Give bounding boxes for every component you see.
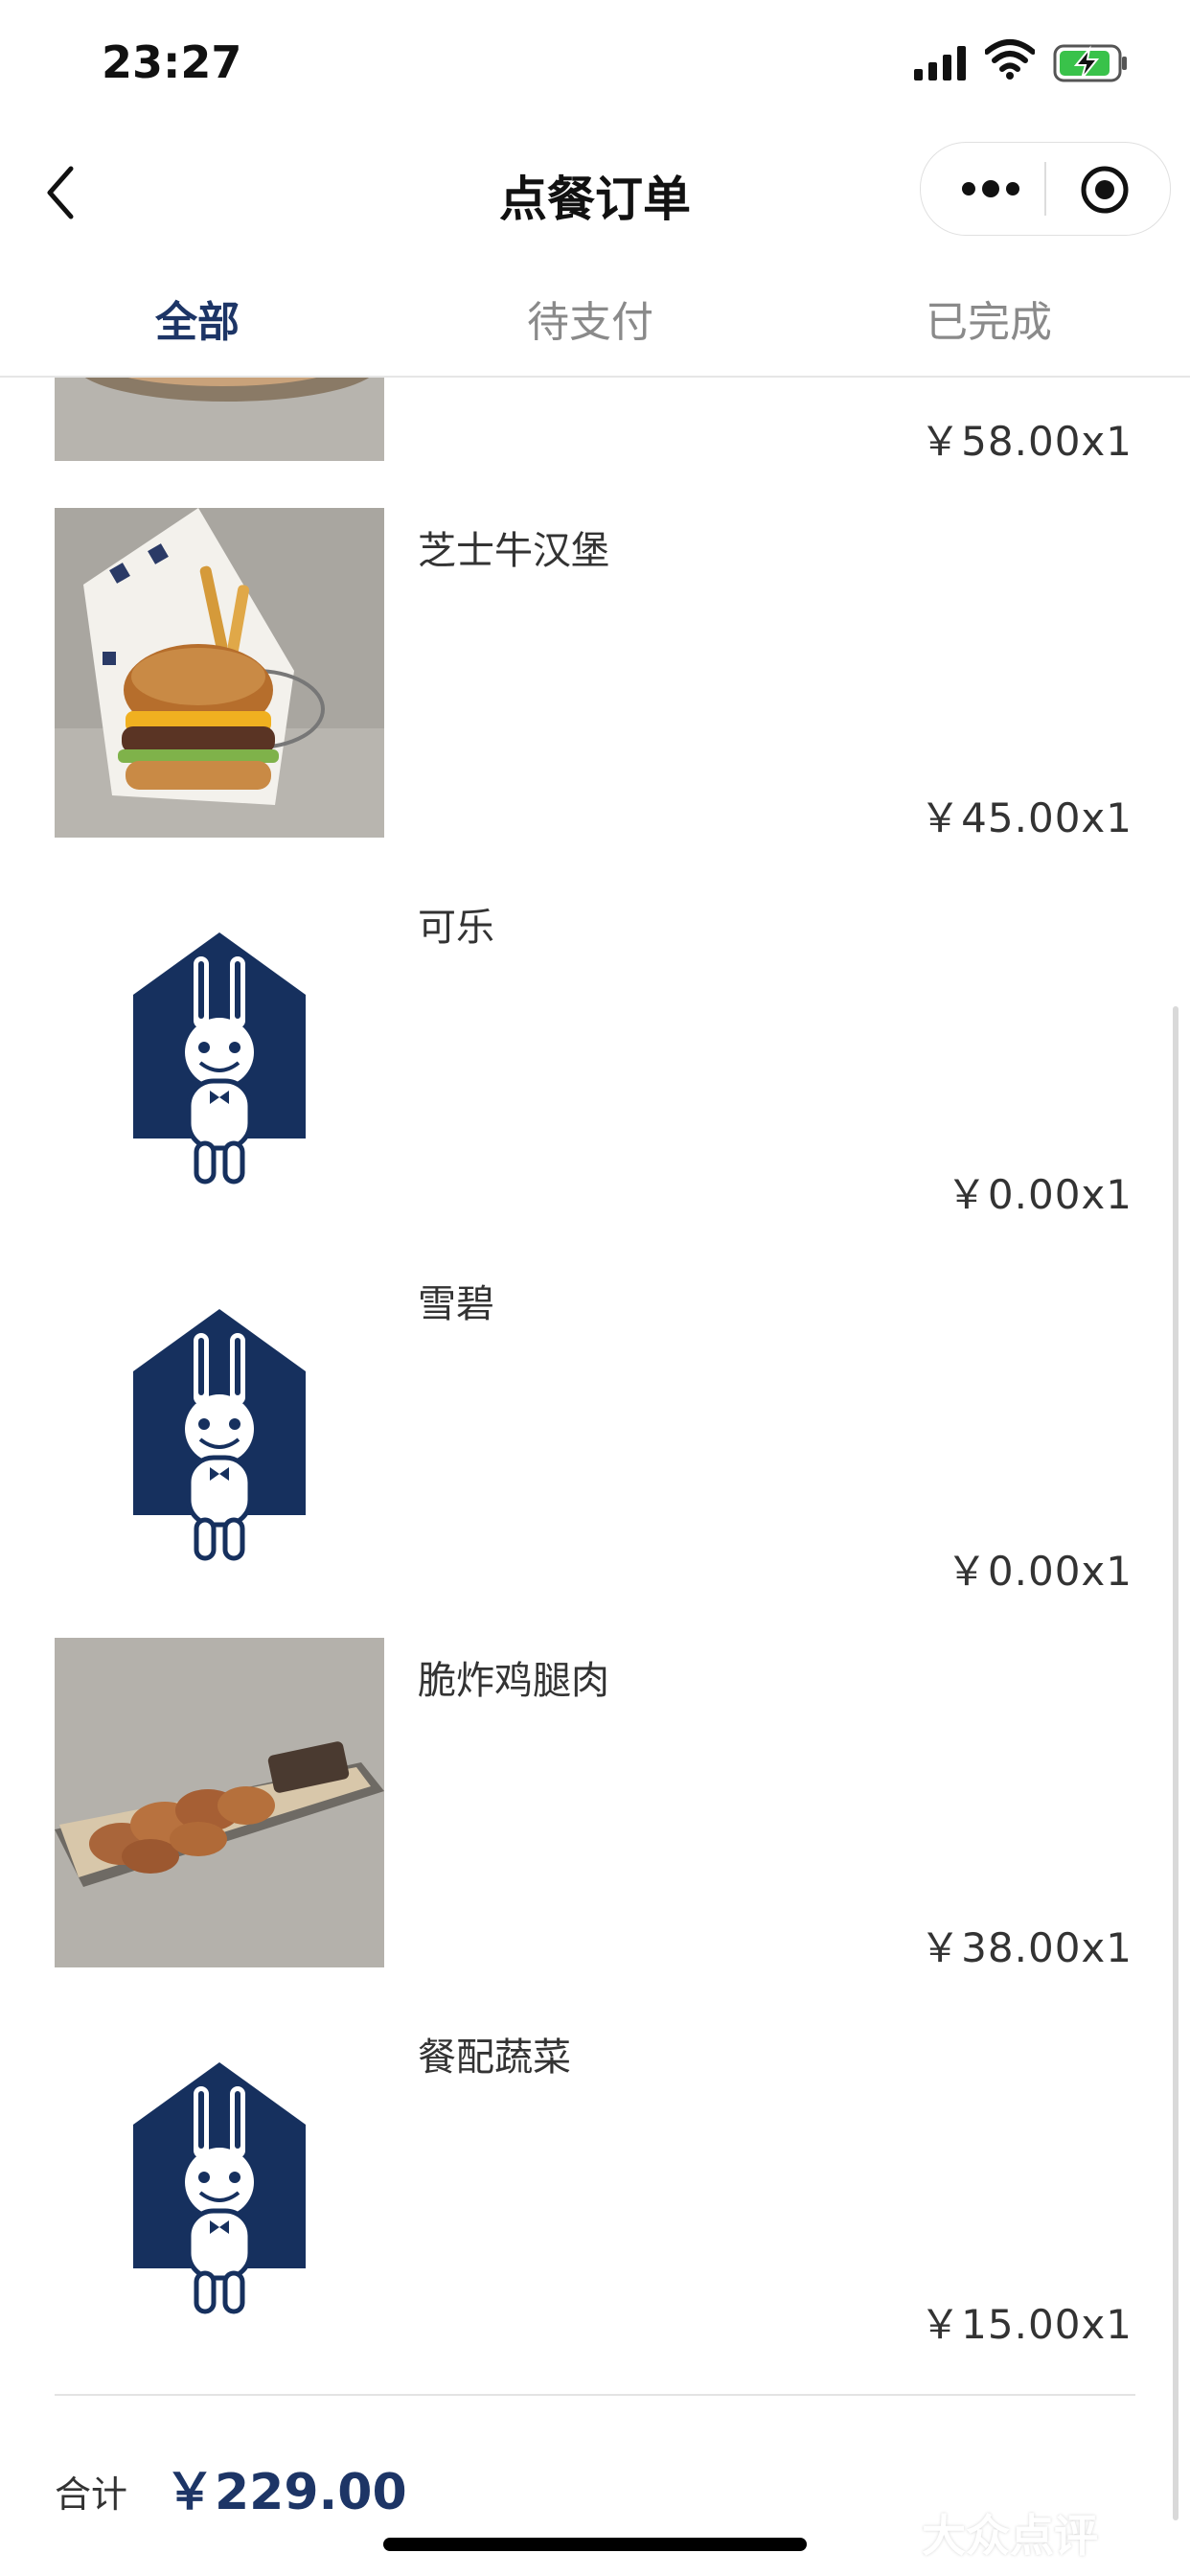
scrollbar[interactable] (1173, 1006, 1179, 2520)
mini-program-capsule (920, 142, 1171, 236)
status-bar: 23:27 (0, 0, 1190, 125)
tab-completed[interactable]: 已完成 (845, 288, 1133, 349)
tab-all[interactable]: 全部 (54, 288, 341, 349)
order-item[interactable]: ￥58.00x1 (0, 378, 1190, 508)
item-price: ￥58.00x1 (920, 418, 1133, 465)
tab-pending-payment[interactable]: 待支付 (446, 288, 734, 349)
order-tabs: 全部 待支付 已完成 (0, 259, 1190, 378)
item-name: 可乐 (418, 906, 494, 950)
battery-charging-icon (1053, 44, 1127, 82)
more-icon[interactable] (957, 172, 1024, 206)
nav-bar: 点餐订单 (0, 125, 1190, 259)
total-label: 合计 (55, 2473, 128, 2516)
item-name: 芝士牛汉堡 (418, 529, 609, 573)
item-price: ￥0.00x1 (946, 1171, 1133, 1218)
status-time: 23:27 (102, 36, 242, 88)
cellular-signal-icon (914, 46, 968, 80)
burger-photo (55, 508, 384, 838)
order-item[interactable]: 雪碧 ￥0.00x1 (0, 1261, 1190, 1638)
divider (55, 2394, 1135, 2396)
item-name: 雪碧 (418, 1282, 494, 1326)
order-item[interactable]: 脆炸鸡腿肉 ￥38.00x1 (0, 1638, 1190, 2014)
item-name: 脆炸鸡腿肉 (418, 1659, 609, 1703)
item-name: 餐配蔬菜 (418, 2036, 571, 2080)
fried-chicken-photo (55, 1638, 384, 1967)
rabbit-house-logo (55, 2014, 384, 2344)
order-item[interactable]: 可乐 ￥0.00x1 (0, 885, 1190, 1261)
order-item-list: ￥58.00x1 芝士牛汉堡 ￥45.00x1 可乐 ￥0.00x1 雪碧 ￥0… (0, 378, 1190, 2409)
order-item[interactable]: 芝士牛汉堡 ￥45.00x1 (0, 508, 1190, 885)
item-price: ￥0.00x1 (946, 1548, 1133, 1595)
capsule-divider (1044, 162, 1046, 216)
total-amount: ￥229.00 (165, 2464, 407, 2521)
wifi-icon (985, 39, 1035, 80)
order-item[interactable]: 餐配蔬菜 ￥15.00x1 (0, 2014, 1190, 2391)
home-indicator (383, 2538, 807, 2551)
rabbit-house-logo (55, 1261, 384, 1591)
item-price: ￥38.00x1 (920, 1924, 1133, 1971)
watermark: 大众点评 (922, 2510, 1098, 2562)
item-price: ￥45.00x1 (920, 794, 1133, 841)
item-price: ￥15.00x1 (920, 2301, 1133, 2348)
close-mini-program-icon[interactable] (1079, 164, 1131, 216)
rabbit-house-logo (55, 885, 384, 1214)
food-photo (55, 378, 384, 461)
